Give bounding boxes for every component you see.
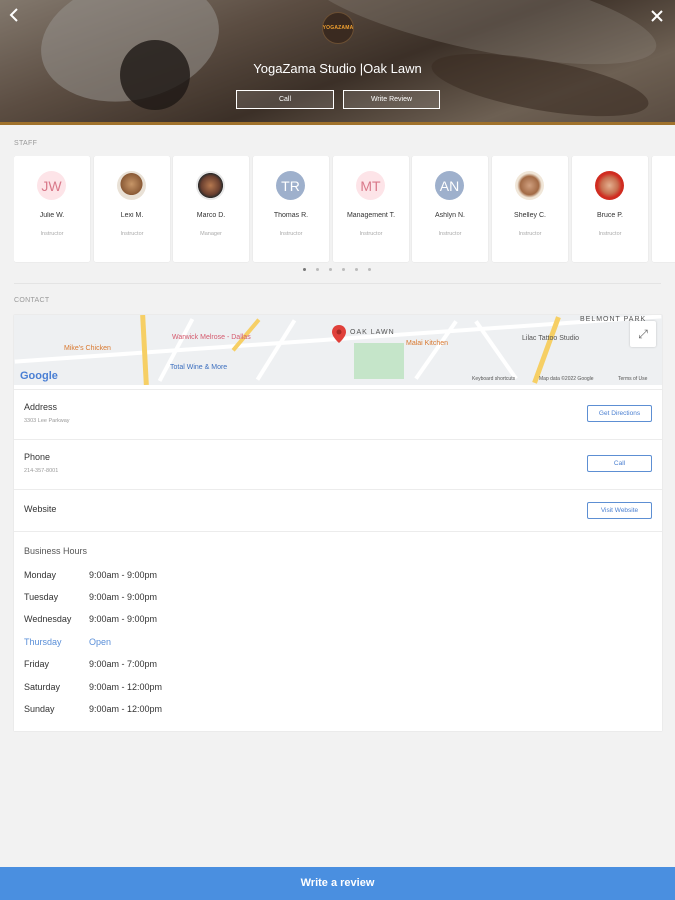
hours-time: 9:00am - 9:00pm — [89, 570, 158, 580]
header-banner: YOGAZAMA YogaZama Studio |Oak Lawn Call … — [0, 0, 675, 125]
staff-card[interactable]: TR Thomas R. Instructor — [253, 156, 329, 262]
avatar: JW — [37, 171, 66, 200]
map-label: Total Wine & More — [170, 364, 228, 371]
staff-card[interactable]: Shelley C. Instructor — [492, 156, 568, 262]
map-footer-link[interactable]: Keyboard shortcuts — [472, 376, 515, 382]
hours-day: Friday — [24, 659, 50, 669]
staff-card[interactable]: MT Management T. Instructor — [333, 156, 409, 262]
staff-card[interactable]: Lexi M. Instructor — [94, 156, 170, 262]
staff-name: Bruce P. — [597, 212, 623, 219]
staff-role: Instructor — [40, 231, 64, 237]
staff-role: Instructor — [518, 231, 542, 237]
page-dot[interactable] — [303, 268, 306, 271]
map-label: Mike's Chicken — [64, 345, 111, 352]
address-label: Address — [24, 402, 58, 412]
staff-name: Shelley C. — [514, 212, 546, 219]
avatar: AN — [435, 171, 464, 200]
staff-card[interactable]: AN Ashlyn N. Instructor — [412, 156, 488, 262]
map-label: OAK LAWN — [350, 329, 395, 336]
staff-card[interactable]: Bruce P. Instructor — [572, 156, 648, 262]
contact-section-label: CONTACT — [14, 297, 50, 304]
studio-title: YogaZama Studio |Oak Lawn — [253, 61, 422, 76]
staff-name: Marco D. — [196, 212, 226, 219]
map-label: Warwick Melrose - Dallas — [172, 334, 251, 341]
staff-role: Instructor — [438, 231, 462, 237]
staff-role: Instructor — [120, 231, 144, 237]
avatar: MT — [356, 171, 385, 200]
write-review-button[interactable]: Write a review — [0, 867, 675, 900]
hours-time: 9:00am - 9:00pm — [89, 592, 158, 602]
logo-text: YOGAZAMA — [322, 25, 354, 31]
map-park — [354, 343, 404, 379]
staff-card[interactable]: Marco D. Manager — [173, 156, 249, 262]
hours-day: Sunday — [24, 704, 55, 714]
avatar: TR — [276, 171, 305, 200]
website-row: Website Visit Website — [14, 489, 662, 531]
staff-section-label: STAFF — [14, 140, 38, 147]
chevron-left-icon[interactable] — [4, 6, 24, 28]
divider — [14, 531, 662, 532]
hours-time: 9:00am - 9:00pm — [89, 614, 158, 624]
page-dot[interactable] — [342, 268, 345, 271]
contact-card: Mike's Chicken Warwick Melrose - Dallas … — [14, 315, 662, 731]
avatar — [196, 171, 225, 200]
page-dot[interactable] — [329, 268, 332, 271]
staff-carousel[interactable]: JW Julie W. Instructor Lexi M. Instructo… — [14, 156, 675, 264]
hours-time: 9:00am - 7:00pm — [89, 659, 158, 669]
page-dot[interactable] — [316, 268, 319, 271]
google-logo: Google — [20, 370, 58, 382]
page-dot[interactable] — [355, 268, 358, 271]
header-accent-line — [0, 122, 675, 125]
fullscreen-icon[interactable]: ⤢ — [630, 321, 656, 347]
staff-role: Manager — [200, 231, 222, 237]
map-label: Malai Kitchen — [406, 340, 449, 347]
hours-day: Saturday — [24, 682, 61, 692]
divider — [14, 283, 661, 284]
staff-name: Lexi M. — [120, 212, 144, 219]
address-row: Address 3303 Lee Parkway Get Directions — [14, 389, 662, 439]
map-road — [255, 319, 297, 381]
staff-role: Instructor — [279, 231, 303, 237]
business-hours-title: Business Hours — [24, 546, 88, 556]
hours-day: Monday — [24, 570, 57, 580]
hours-day: Wednesday — [24, 614, 72, 624]
staff-name: Ashlyn N. — [435, 212, 465, 219]
close-icon[interactable] — [647, 6, 667, 28]
visit-website-button[interactable]: Visit Website — [587, 502, 652, 519]
staff-name: Julie W. — [39, 212, 65, 219]
page-dot[interactable] — [368, 268, 371, 271]
location-map[interactable]: Mike's Chicken Warwick Melrose - Dallas … — [14, 315, 662, 385]
phone-label: Phone — [24, 452, 51, 462]
hours-time: 9:00am - 12:00pm — [89, 682, 163, 692]
phone-value: 214-357-8001 — [24, 468, 59, 474]
map-footer-link[interactable]: Terms of Use — [618, 376, 647, 382]
hours-time: 9:00am - 12:00pm — [89, 704, 163, 714]
avatar — [595, 171, 624, 200]
hours-day: Tuesday — [24, 592, 59, 602]
avatar — [117, 171, 146, 200]
website-label: Website — [24, 504, 57, 514]
header-write-review-button[interactable]: Write Review — [343, 90, 440, 109]
map-footer-text: Map data ©2022 Google — [539, 376, 594, 382]
map-label: Lilac Tattoo Studio — [522, 335, 580, 342]
hours-day: Thursday — [24, 637, 62, 647]
staff-name: Thomas R. — [273, 212, 309, 219]
location-pin-icon[interactable] — [332, 325, 346, 343]
staff-card[interactable]: JW Julie W. Instructor — [14, 156, 90, 262]
call-button[interactable]: Call — [587, 455, 652, 472]
staff-name: Management T. — [346, 212, 396, 219]
staff-card[interactable] — [652, 156, 675, 262]
staff-role: Instructor — [598, 231, 622, 237]
hours-time: Open — [89, 637, 112, 647]
phone-row: Phone 214-357-8001 Call — [14, 439, 662, 489]
staff-role: Instructor — [359, 231, 383, 237]
header-call-button[interactable]: Call — [236, 90, 334, 109]
carousel-pagination — [300, 268, 380, 274]
avatar — [515, 171, 544, 200]
studio-logo: YOGAZAMA — [322, 12, 354, 44]
get-directions-button[interactable]: Get Directions — [587, 405, 652, 422]
address-value: 3303 Lee Parkway — [24, 418, 70, 424]
